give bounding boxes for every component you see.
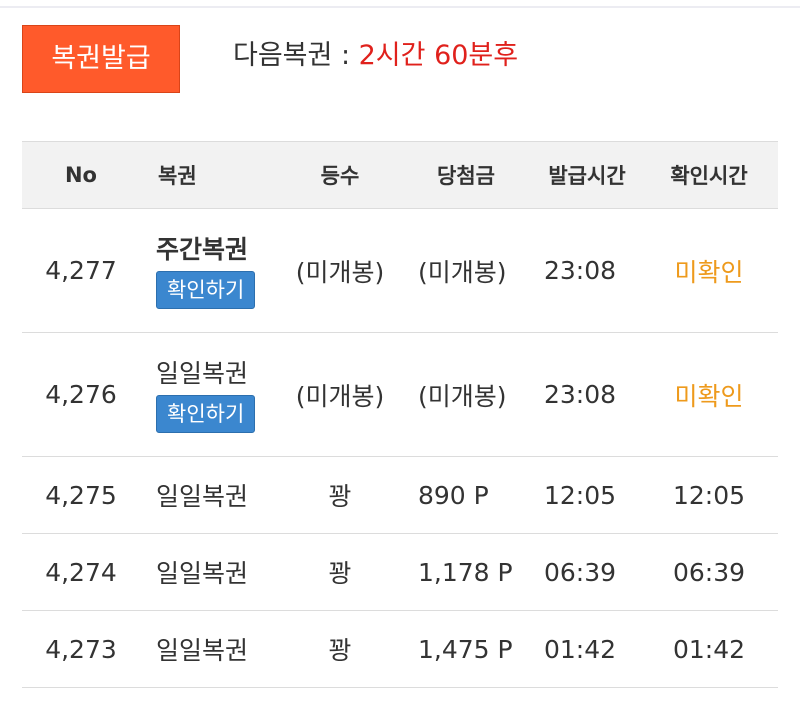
row-rank: (미개봉)	[295, 257, 385, 287]
row-rank: 꽝	[328, 559, 352, 588]
table-header: No 복권 등수 당첨금 발급시간 확인시간	[22, 142, 778, 209]
row-no: 4,277	[45, 256, 117, 285]
row-prize: 1,475 P	[418, 634, 513, 664]
row-no: 4,274	[45, 557, 117, 587]
table-row: 4,276 일일복권 확인하기 (미개봉) (미개봉) 23:08 미확인	[22, 333, 778, 457]
row-rank: (미개봉)	[295, 381, 385, 411]
table-row: 4,277 주간복권 확인하기 (미개봉) (미개봉) 23:08 미확인	[22, 209, 778, 333]
row-checked-time: 01:42	[672, 634, 746, 664]
next-ticket-time: 2시간 60분후	[358, 40, 519, 71]
header-prize: 당첨금	[437, 164, 495, 188]
header-checked-time: 확인시간	[670, 164, 748, 188]
top-divider	[0, 6, 800, 8]
row-ticket: 주간복권 확인하기	[150, 209, 286, 332]
row-checked-time: 12:05	[672, 480, 746, 510]
row-issued-time: 23:08	[544, 256, 617, 285]
ticket-cell: 일일복권 확인하기	[156, 357, 256, 433]
row-rank: 꽝	[328, 636, 352, 665]
row-issued-time: 12:05	[544, 480, 617, 510]
ticket-cell: 주간복권 확인하기	[156, 233, 256, 309]
row-checked-time: 미확인	[674, 381, 744, 411]
row-prize: 890 P	[418, 480, 489, 510]
row-ticket: 일일복권	[156, 482, 249, 511]
header-rank: 등수	[320, 164, 360, 188]
row-issued-time: 06:39	[544, 557, 617, 587]
next-ticket-info: 다음복권 : 2시간 60분후	[233, 34, 518, 78]
ticket-name: 일일복권	[156, 358, 249, 388]
row-prize: (미개봉)	[418, 257, 507, 287]
row-issued-time: 01:42	[544, 634, 617, 664]
row-no: 4,275	[45, 480, 117, 510]
header-ticket: 복권	[158, 164, 197, 188]
row-issued-time: 23:08	[544, 380, 617, 409]
row-ticket: 일일복권	[156, 559, 249, 588]
row-checked-time: 미확인	[674, 257, 744, 287]
row-no: 4,273	[45, 634, 117, 664]
header-no: No	[64, 163, 97, 187]
next-ticket-label: 다음복권 :	[233, 40, 359, 71]
row-ticket: 일일복권 확인하기	[150, 333, 286, 456]
table-row: 4,274 일일복권 꽝 1,178 P 06:39 06:39	[22, 534, 778, 611]
header-issued-time: 발급시간	[548, 164, 626, 188]
row-rank: 꽝	[328, 482, 352, 511]
row-prize: 1,178 P	[418, 557, 513, 587]
lottery-page: 복권발급 다음복권 : 2시간 60분후 No 복권 등수 당첨금 발급시간 확…	[0, 0, 800, 708]
ticket-table: No 복권 등수 당첨금 발급시간 확인시간 4,277 주간복권 확인하기 (…	[22, 141, 778, 688]
check-ticket-button[interactable]: 확인하기	[156, 394, 256, 433]
row-no: 4,276	[45, 380, 117, 409]
table-row: 4,273 일일복권 꽝 1,475 P 01:42 01:42	[22, 611, 778, 688]
check-ticket-button[interactable]: 확인하기	[156, 270, 256, 309]
row-prize: (미개봉)	[418, 381, 507, 411]
table-row: 4,275 일일복권 꽝 890 P 12:05 12:05	[22, 457, 778, 534]
ticket-name: 주간복권	[156, 234, 249, 264]
issue-ticket-button[interactable]: 복권발급	[22, 25, 180, 93]
row-checked-time: 06:39	[672, 557, 746, 587]
row-ticket: 일일복권	[156, 636, 249, 665]
